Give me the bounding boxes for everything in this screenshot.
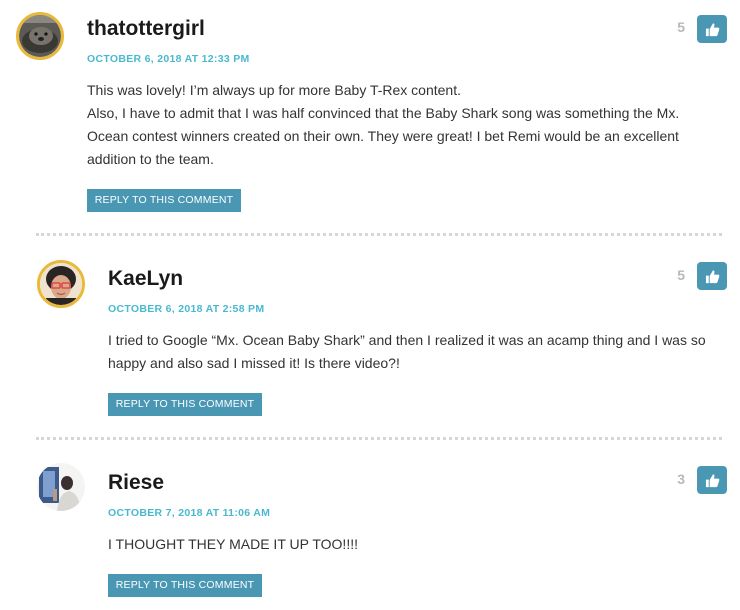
comment-author[interactable]: KaeLyn [108, 267, 183, 291]
comment-body: I THOUGHT THEY MADE IT UP TOO!!!! [108, 533, 728, 556]
reply-button[interactable]: REPLY TO THIS COMMENT [87, 189, 241, 212]
comment-body: I tried to Google “Mx. Ocean Baby Shark”… [108, 329, 728, 375]
avatar[interactable] [37, 463, 85, 511]
avatar[interactable] [37, 260, 85, 308]
like-button[interactable] [697, 15, 727, 43]
reply-button[interactable]: REPLY TO THIS COMMENT [108, 393, 262, 416]
thumbs-up-icon [705, 269, 719, 283]
vote-count: 5 [677, 19, 685, 35]
thumbs-up-icon [705, 22, 719, 36]
comment-divider [36, 437, 722, 440]
comment-body: This was lovely! I’m always up for more … [87, 79, 707, 171]
comment-timestamp[interactable]: OCTOBER 6, 2018 AT 2:58 PM [108, 303, 264, 315]
thumbs-up-icon [705, 473, 719, 487]
avatar[interactable] [16, 12, 64, 60]
comment-author[interactable]: Riese [108, 471, 164, 495]
like-button[interactable] [697, 466, 727, 494]
comment-paragraph: Also, I have to admit that I was half co… [87, 105, 680, 167]
comment-author[interactable]: thatottergirl [87, 17, 205, 41]
comment-paragraph: This was lovely! I’m always up for more … [87, 82, 461, 98]
comment-paragraph: I THOUGHT THEY MADE IT UP TOO!!!! [108, 536, 358, 552]
comment-divider [36, 233, 722, 236]
comment-timestamp[interactable]: OCTOBER 6, 2018 AT 12:33 PM [87, 53, 250, 65]
reply-button[interactable]: REPLY TO THIS COMMENT [108, 574, 262, 597]
comment-timestamp[interactable]: OCTOBER 7, 2018 AT 11:06 AM [108, 507, 270, 519]
vote-count: 3 [677, 471, 685, 487]
like-button[interactable] [697, 262, 727, 290]
comment-paragraph: I tried to Google “Mx. Ocean Baby Shark”… [108, 332, 706, 371]
vote-count: 5 [677, 267, 685, 283]
